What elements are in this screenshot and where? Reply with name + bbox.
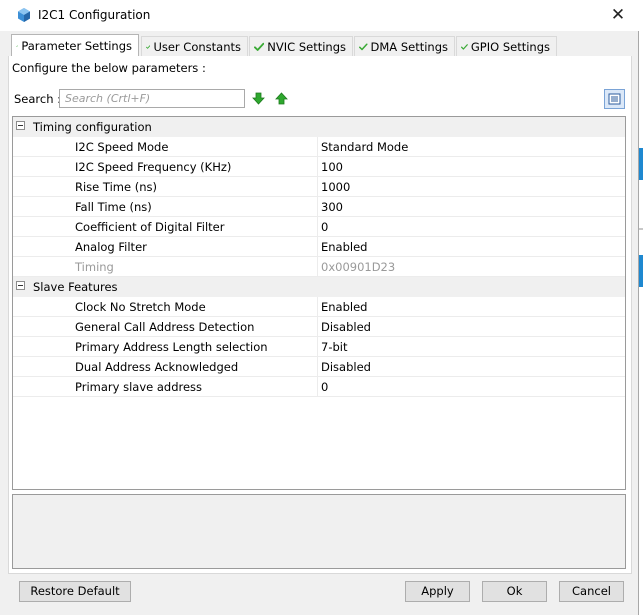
column-divider (317, 337, 318, 357)
parameter-name: Dual Address Acknowledged (75, 360, 239, 374)
cube-icon (18, 8, 30, 22)
parameter-row: Timing 0x00901D23 (13, 257, 625, 277)
column-divider (317, 177, 318, 197)
background-window-strip (639, 148, 643, 180)
parameter-value[interactable]: Enabled (321, 240, 367, 254)
window-title: I2C1 Configuration (38, 8, 151, 22)
parameter-name: I2C Speed Frequency (KHz) (75, 160, 232, 174)
parameter-row[interactable]: Coefficient of Digital Filter 0 (13, 217, 625, 237)
parameter-value[interactable]: Standard Mode (321, 140, 408, 154)
parameter-value[interactable]: 0 (321, 380, 328, 394)
tab-nvic-settings[interactable]: NVIC Settings (249, 36, 353, 56)
column-divider (317, 217, 318, 237)
column-divider (317, 257, 318, 277)
parameter-row[interactable]: Analog Filter Enabled (13, 237, 625, 257)
collapse-icon[interactable] (16, 281, 25, 290)
background-window-strip (639, 255, 643, 287)
column-divider (317, 137, 318, 157)
check-icon (359, 42, 368, 50)
tab-label: User Constants (153, 39, 241, 54)
parameter-row[interactable]: Rise Time (ns) 1000 (13, 177, 625, 197)
column-divider (317, 157, 318, 177)
group-title: Slave Features (33, 280, 118, 294)
parameter-row[interactable]: General Call Address Detection Disabled (13, 317, 625, 337)
parameter-name: Clock No Stretch Mode (75, 300, 206, 314)
parameter-row[interactable]: Primary slave address 0 (13, 377, 625, 397)
column-divider (317, 317, 318, 337)
tab-label: Parameter Settings (21, 38, 132, 53)
column-divider (317, 357, 318, 377)
parameter-settings-panel: Configure the below parameters : Search … (8, 56, 632, 574)
parameter-row[interactable]: Fall Time (ns) 300 (13, 197, 625, 217)
arrow-up-icon[interactable] (275, 92, 288, 105)
toggle-view-button[interactable] (604, 89, 625, 109)
restore-default-button[interactable]: Restore Default (19, 581, 131, 602)
parameter-name: Primary Address Length selection (75, 340, 268, 354)
parameter-value[interactable]: 100 (321, 160, 343, 174)
column-divider (317, 197, 318, 217)
tab-label: GPIO Settings (470, 39, 550, 54)
parameter-value[interactable]: 1000 (321, 180, 350, 194)
ok-button[interactable]: Ok (482, 581, 547, 602)
parameter-name: General Call Address Detection (75, 320, 255, 334)
parameter-value[interactable]: Disabled (321, 320, 371, 334)
cancel-button[interactable]: Cancel (559, 581, 624, 602)
parameter-name: Analog Filter (75, 240, 147, 254)
parameter-value[interactable]: 7-bit (321, 340, 347, 354)
group-header[interactable]: Timing configuration (13, 117, 625, 137)
column-divider (317, 237, 318, 257)
close-icon: ✕ (610, 5, 626, 25)
parameter-name: Fall Time (ns) (75, 200, 152, 214)
tab-label: NVIC Settings (267, 39, 346, 54)
tab-label: DMA Settings (370, 39, 448, 54)
parameter-value[interactable]: 300 (321, 200, 343, 214)
collapse-icon[interactable] (16, 121, 25, 130)
group-title: Timing configuration (33, 120, 152, 134)
parameter-name: Timing (75, 260, 114, 274)
parameter-row[interactable]: I2C Speed Frequency (KHz) 100 (13, 157, 625, 177)
parameter-row[interactable]: Primary Address Length selection 7-bit (13, 337, 625, 357)
parameter-row[interactable]: I2C Speed Mode Standard Mode (13, 137, 625, 157)
parameter-row[interactable]: Dual Address Acknowledged Disabled (13, 357, 625, 377)
tab-dma-settings[interactable]: DMA Settings (354, 36, 455, 56)
i2c-config-dialog: I2C1 Configuration ✕ Parameter Settings U… (0, 0, 639, 615)
parameter-value[interactable]: Enabled (321, 300, 367, 314)
close-button[interactable]: ✕ (607, 4, 629, 26)
background-window-strip (639, 228, 643, 230)
arrow-down-icon[interactable] (252, 92, 265, 105)
parameter-row[interactable]: Clock No Stretch Mode Enabled (13, 297, 625, 317)
instructions-text: Configure the below parameters : (12, 61, 206, 75)
parameter-name: Rise Time (ns) (75, 180, 157, 194)
parameter-value[interactable]: Disabled (321, 360, 371, 374)
check-icon (461, 43, 468, 50)
column-divider (317, 377, 318, 397)
check-icon (16, 44, 19, 47)
title-bar: I2C1 Configuration ✕ (0, 0, 639, 31)
list-view-icon (608, 93, 621, 105)
check-icon (146, 44, 151, 49)
parameter-value[interactable]: 0 (321, 220, 328, 234)
tab-gpio-settings[interactable]: GPIO Settings (456, 36, 557, 56)
tab-parameter-settings[interactable]: Parameter Settings (11, 34, 139, 56)
tab-user-constants[interactable]: User Constants (141, 36, 248, 56)
group-header[interactable]: Slave Features (13, 277, 625, 297)
column-divider (317, 297, 318, 317)
apply-button[interactable]: Apply (405, 581, 470, 602)
parameter-grid: Timing configuration I2C Speed Mode Standa… (12, 116, 626, 490)
description-panel (12, 494, 626, 569)
parameter-value: 0x00901D23 (321, 260, 396, 274)
search-input[interactable]: Search (Crtl+F) (59, 89, 245, 108)
search-label: Search : (14, 92, 62, 106)
parameter-name: I2C Speed Mode (75, 140, 169, 154)
parameter-name: Coefficient of Digital Filter (75, 220, 225, 234)
parameter-name: Primary slave address (75, 380, 203, 394)
check-icon (254, 42, 265, 51)
